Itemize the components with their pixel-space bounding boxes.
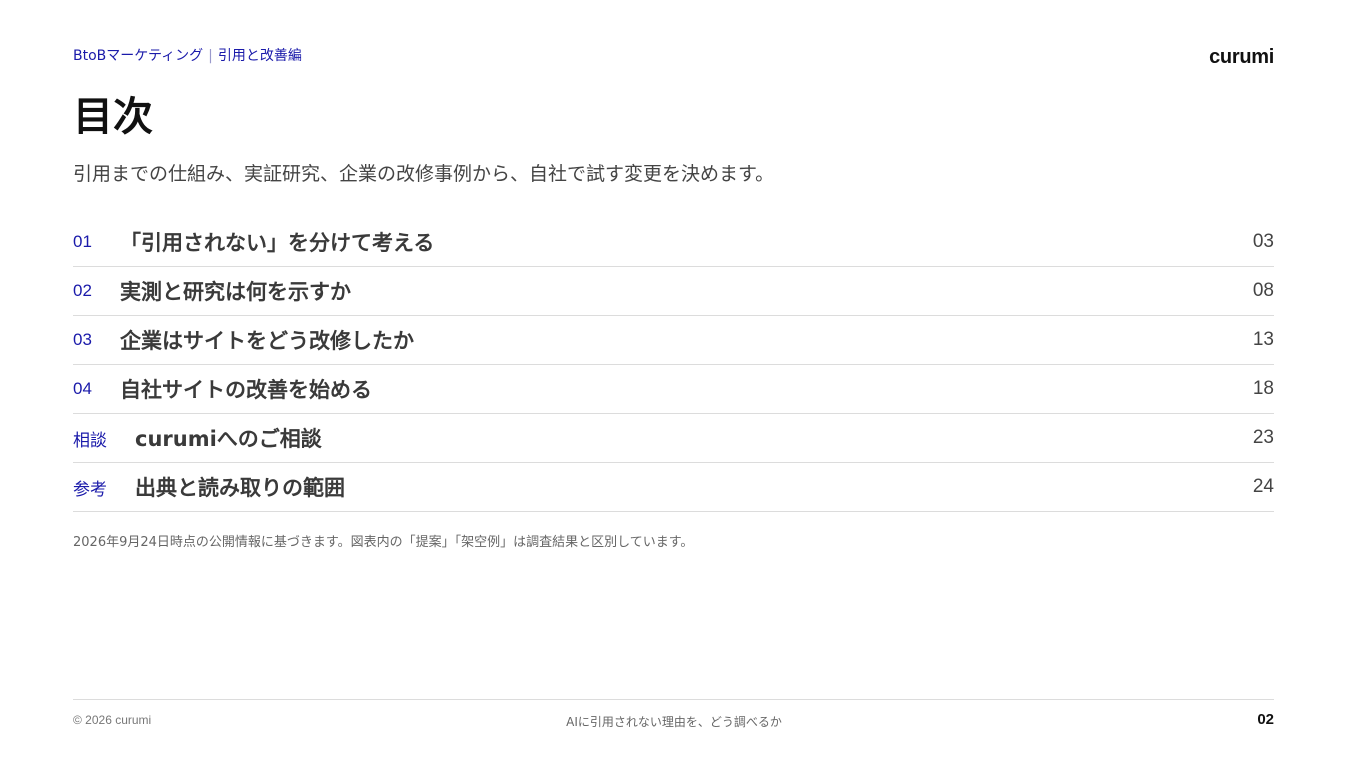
footer-document-title: AIに引用されない理由を、どう調べるか (566, 715, 782, 729)
toc-item-title: curumiへのご相談 (135, 427, 322, 451)
toc-item[interactable]: 02 実測と研究は何を示すか 08 (73, 267, 1274, 316)
toc-item-title: 企業はサイトをどう改修したか (120, 329, 414, 353)
toc-item[interactable]: 03 企業はサイトをどう改修したか 13 (73, 316, 1274, 365)
table-of-contents: 01 「引用されない」を分けて考える 03 02 実測と研究は何を示すか 08 … (73, 218, 1274, 512)
source-note: 2026年9月24日時点の公開情報に基づきます。図表内の「提案」「架空例」は調査… (73, 535, 694, 550)
breadcrumb-separator: | (208, 48, 213, 64)
toc-item-number: 相談 (73, 430, 107, 450)
toc-item[interactable]: 01 「引用されない」を分けて考える 03 (73, 218, 1274, 267)
toc-item-title: 自社サイトの改善を始める (120, 378, 372, 402)
breadcrumb-section: 引用と改善編 (217, 48, 302, 64)
toc-item-number: 参考 (73, 479, 107, 499)
footer-page-number: 02 (1257, 711, 1274, 728)
toc-item-number: 03 (73, 330, 92, 349)
breadcrumb: BtoBマーケティング | 引用と改善編 (73, 45, 302, 65)
toc-item-title: 出典と読み取りの範囲 (135, 476, 345, 500)
toc-item-page: 08 (1252, 280, 1274, 301)
page-title: 目次 (73, 94, 153, 140)
toc-item[interactable]: 相談 curumiへのご相談 23 (73, 414, 1274, 463)
toc-item-number: 02 (73, 281, 92, 300)
brand-logo: curumi (1209, 46, 1274, 68)
toc-item-number: 04 (73, 379, 92, 398)
toc-item-number: 01 (73, 232, 92, 251)
page-subtitle: 引用までの仕組み、実証研究、企業の改修事例から、自社で試す変更を決めます。 (73, 163, 775, 185)
breadcrumb-category: BtoBマーケティング (73, 48, 204, 64)
footer-divider (73, 699, 1274, 700)
toc-item-title: 「引用されない」を分けて考える (120, 231, 435, 255)
toc-item-page: 03 (1252, 231, 1274, 252)
toc-item[interactable]: 04 自社サイトの改善を始める 18 (73, 365, 1274, 414)
toc-item-page: 18 (1252, 378, 1274, 399)
toc-item-page: 13 (1252, 329, 1274, 350)
toc-item-title: 実測と研究は何を示すか (120, 280, 351, 304)
toc-item-page: 23 (1252, 427, 1274, 448)
toc-item[interactable]: 参考 出典と読み取りの範囲 24 (73, 463, 1274, 512)
toc-item-page: 24 (1252, 476, 1274, 497)
